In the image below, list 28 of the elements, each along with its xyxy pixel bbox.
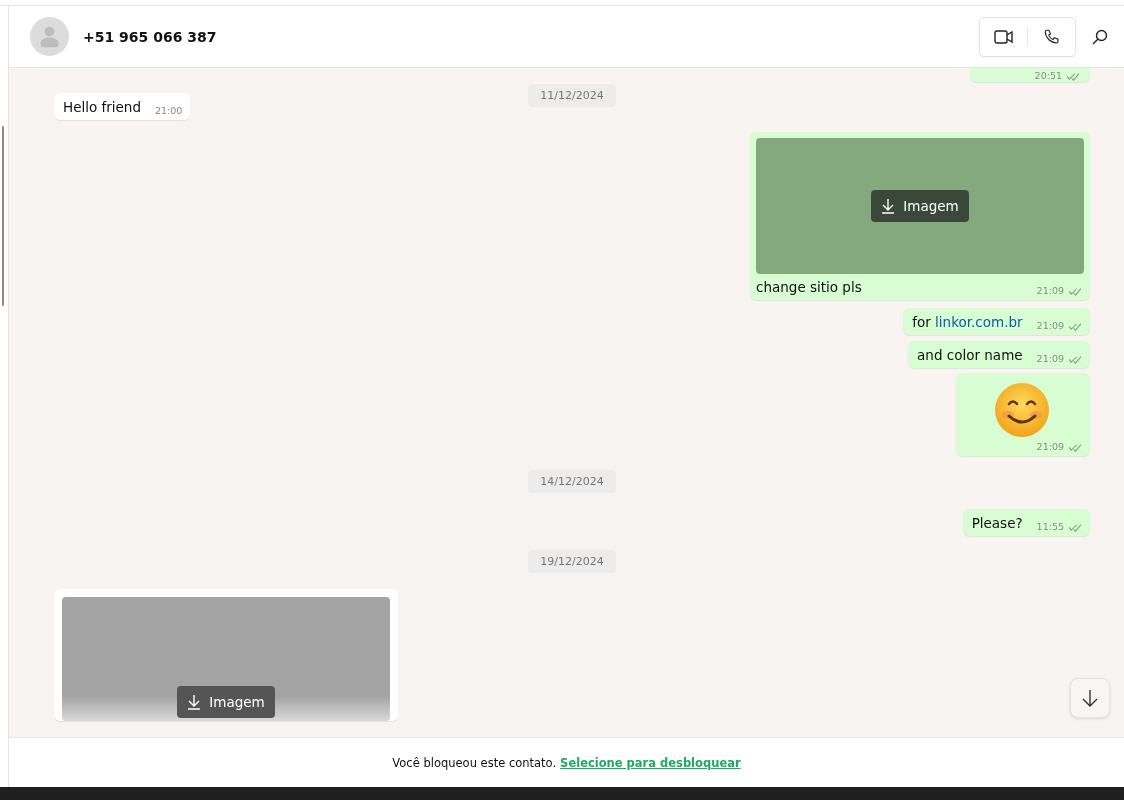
message-time: 21:09 <box>1036 441 1064 452</box>
download-image-button[interactable]: Imagem <box>177 686 275 718</box>
message-text: Hello friend <box>63 99 141 115</box>
scrollbar[interactable] <box>2 126 4 306</box>
scroll-down-button[interactable] <box>1070 678 1110 718</box>
down-arrow-icon <box>1082 689 1098 707</box>
message-text: and color name <box>917 347 1023 363</box>
download-icon <box>881 198 896 214</box>
download-icon <box>187 694 202 710</box>
message-time: 11:55 <box>1036 521 1064 532</box>
image-caption: change sitio pls <box>756 279 862 295</box>
message-text: for linkor.com.br <box>912 314 1023 330</box>
message-time: 21:00 <box>155 105 183 116</box>
message-time: 20:51 <box>1034 70 1062 81</box>
blocked-notice: Você bloqueou este contato. <box>392 755 557 770</box>
video-call-icon <box>993 28 1014 45</box>
contact-name[interactable]: +51 965 066 387 <box>83 28 979 45</box>
message-text: Please? <box>971 515 1023 531</box>
date-chip: 11/12/2024 <box>528 84 616 107</box>
date-chip: 19/12/2024 <box>528 550 616 573</box>
smiling-face-icon <box>994 382 1050 438</box>
message-time: 21:09 <box>1036 353 1064 364</box>
download-image-button[interactable]: Imagem <box>871 190 969 222</box>
message-time: 21:09 <box>1036 320 1064 331</box>
date-chip: 14/12/2024 <box>528 470 616 493</box>
message-time: 21:09 <box>1036 285 1064 296</box>
phone-icon <box>1042 27 1061 46</box>
message-link[interactable]: linkor.com.br <box>935 314 1023 330</box>
